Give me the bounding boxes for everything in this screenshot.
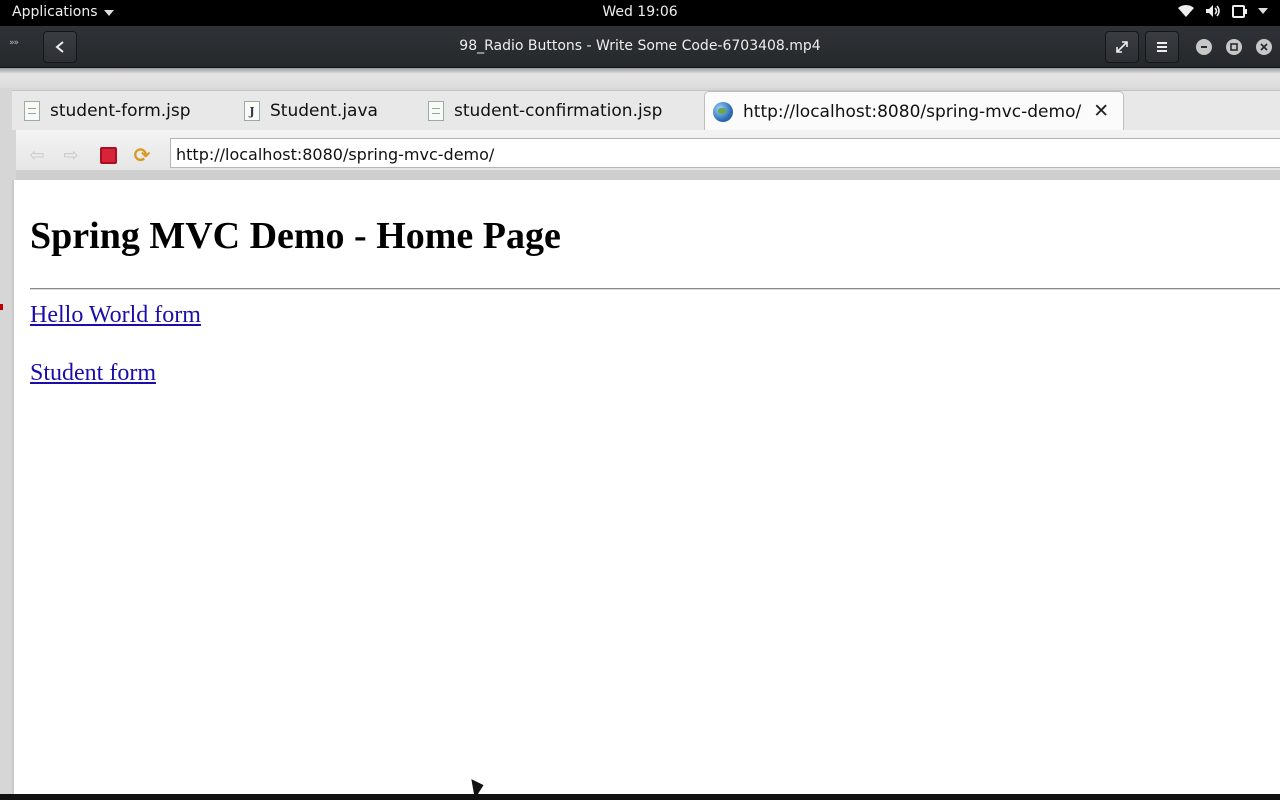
hello-world-form-link[interactable]: Hello World form xyxy=(30,302,201,329)
url-input[interactable]: http://localhost:8080/spring-mvc-demo/ xyxy=(170,138,1280,168)
window-edge xyxy=(0,68,1280,88)
tab-student-form-jsp[interactable]: student-form.jsp xyxy=(24,91,191,131)
system-tray[interactable] xyxy=(1177,3,1268,19)
tab-label: Student.java xyxy=(270,101,378,121)
editor-tab-bar: student-form.jsp J Student.java student-… xyxy=(12,90,1280,131)
stop-icon xyxy=(99,146,117,164)
volume-icon xyxy=(1206,5,1220,17)
refresh-button[interactable]: ⟳ xyxy=(131,143,153,167)
close-icon xyxy=(1260,43,1268,51)
close-button[interactable] xyxy=(1256,39,1272,55)
stop-button[interactable] xyxy=(97,144,119,166)
menu-button[interactable] xyxy=(1145,31,1179,63)
menu-icon xyxy=(1157,42,1167,52)
player-header-bar: »» 98_Radio Buttons - Write Some Code-67… xyxy=(0,26,1280,68)
fullscreen-icon xyxy=(1116,41,1128,53)
close-tab-icon[interactable]: ✕ xyxy=(1093,102,1109,121)
tab-label: http://localhost:8080/spring-mvc-demo/ xyxy=(743,101,1082,122)
system-top-bar: Applications Wed 19:06 xyxy=(0,0,1280,26)
minimize-icon xyxy=(1201,46,1207,48)
page-title: Spring MVC Demo - Home Page xyxy=(30,215,561,257)
jsp-file-icon xyxy=(24,101,40,121)
wifi-icon xyxy=(1178,4,1194,17)
jsp-file-icon xyxy=(428,101,444,121)
window-title: 98_Radio Buttons - Write Some Code-67034… xyxy=(459,38,821,54)
back-nav-icon[interactable]: ⇦ xyxy=(26,144,48,166)
student-form-link[interactable]: Student form xyxy=(30,360,156,387)
editor-marker xyxy=(0,304,3,310)
horizontal-rule xyxy=(30,288,1280,290)
power-icon xyxy=(1232,5,1247,18)
java-file-icon: J xyxy=(244,101,260,121)
tab-localhost-browser[interactable]: http://localhost:8080/spring-mvc-demo/ ✕ xyxy=(704,91,1125,131)
maximize-button[interactable] xyxy=(1226,39,1242,55)
browser-nav-bar: ⇦ ⇨ ⟳ http://localhost:8080/spring-mvc-d… xyxy=(16,130,1280,180)
chevron-down-icon xyxy=(1258,8,1268,14)
fullscreen-button[interactable] xyxy=(1105,31,1139,63)
web-page: Spring MVC Demo - Home Page Hello World … xyxy=(12,180,1280,794)
globe-icon xyxy=(713,101,733,122)
tab-label: student-confirmation.jsp xyxy=(454,101,663,121)
refresh-icon: ⟳ xyxy=(133,143,151,167)
maximize-icon xyxy=(1230,43,1238,51)
clock[interactable]: Wed 19:06 xyxy=(0,4,1280,20)
tab-student-confirmation-jsp[interactable]: student-confirmation.jsp xyxy=(428,91,662,131)
forward-nav-icon[interactable]: ⇨ xyxy=(60,144,82,166)
tab-student-java[interactable]: J Student.java xyxy=(244,91,378,131)
minimize-button[interactable] xyxy=(1196,39,1212,55)
bottom-edge xyxy=(0,794,1280,800)
video-frame: student-form.jsp J Student.java student-… xyxy=(0,68,1280,794)
tab-label: student-form.jsp xyxy=(50,101,191,121)
